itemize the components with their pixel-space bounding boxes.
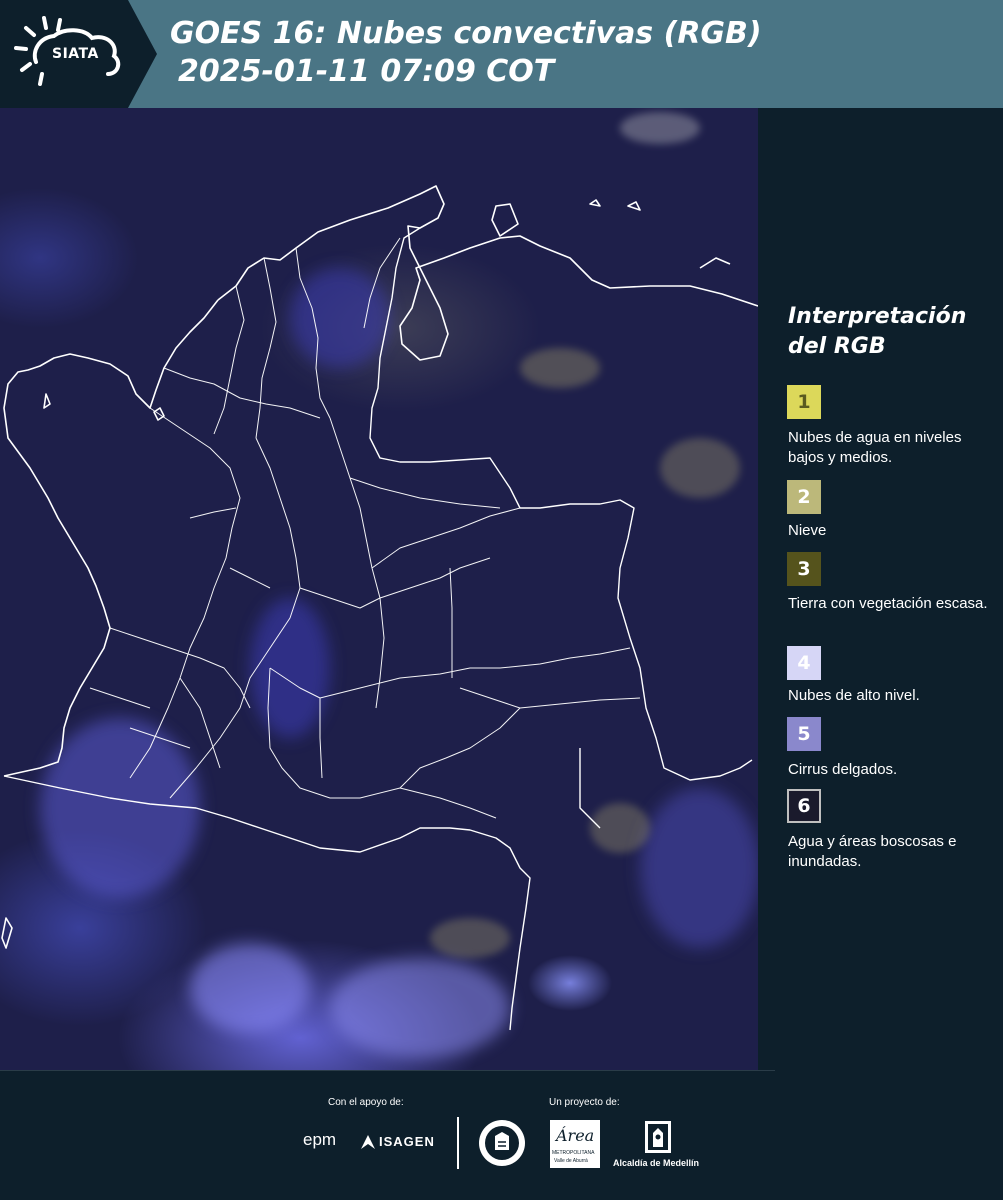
area-logo-subtitle: METROPOLITANA — [552, 1150, 595, 1156]
legend-swatch-1: 1 — [787, 385, 821, 419]
page-title: GOES 16: Nubes convectivas (RGB) — [170, 16, 762, 51]
legend-label-5: Cirrus delgados. — [788, 761, 898, 778]
boundaries-layer — [1, 112, 758, 1058]
isagen-mark-icon — [361, 1135, 375, 1149]
legend-number: 2 — [797, 486, 811, 508]
legend-number: 1 — [797, 391, 811, 413]
epm-logo: epm — [303, 1130, 337, 1149]
legend-swatch-4: 4 — [787, 646, 821, 680]
siata-logo[interactable]: SIATA — [0, 0, 157, 108]
department-borders — [89, 237, 641, 819]
timestamp: 2025-01-11 07:09 COT — [178, 54, 555, 89]
legend-swatch-5: 5 — [787, 717, 821, 751]
legend-label-6: Agua y áreas boscosas e inundadas. — [788, 833, 957, 870]
area-logo-subtitle-2: Valle de Aburrá — [554, 1158, 588, 1164]
satellite-map[interactable] — [0, 108, 758, 1070]
area-metropolitana-logo: Área METROPOLITANA Valle de Aburrá — [550, 1120, 600, 1168]
map-divider — [758, 108, 760, 1070]
legend-number: 6 — [797, 795, 811, 817]
logo-text: SIATA — [52, 46, 99, 62]
legend-label-2: Nieve — [788, 522, 827, 539]
university-seal-icon — [479, 1120, 525, 1166]
area-logo-title: Área — [556, 1126, 595, 1145]
header-bar: SIATA GOES 16: Nubes convectivas (RGB) 2… — [0, 0, 1003, 108]
legend-title: Interpretación del RGB — [788, 304, 967, 359]
legend-swatch-2: 2 — [787, 480, 821, 514]
footer-separator — [457, 1117, 459, 1169]
legend-number: 3 — [797, 558, 811, 580]
support-label: Con el apoyo de: — [328, 1097, 404, 1108]
footer-divider — [0, 1070, 775, 1071]
legend-swatch-6: 6 — [787, 789, 821, 823]
legend-label-1: Nubes de agua en niveles bajos y medios. — [788, 429, 962, 466]
alcaldia-logo-label: Alcaldía de Medellín — [613, 1158, 700, 1168]
legend-label-3: Tierra con vegetación escasa. — [788, 595, 988, 612]
legend-label-4: Nubes de alto nivel. — [788, 687, 920, 704]
legend-number: 5 — [797, 723, 811, 745]
project-label: Un proyecto de: — [549, 1097, 620, 1108]
alcaldia-crest-icon — [645, 1121, 671, 1153]
legend-swatch-3: 3 — [787, 552, 821, 586]
legend-number: 4 — [797, 652, 811, 674]
isagen-logo: ISAGEN — [379, 1134, 435, 1149]
